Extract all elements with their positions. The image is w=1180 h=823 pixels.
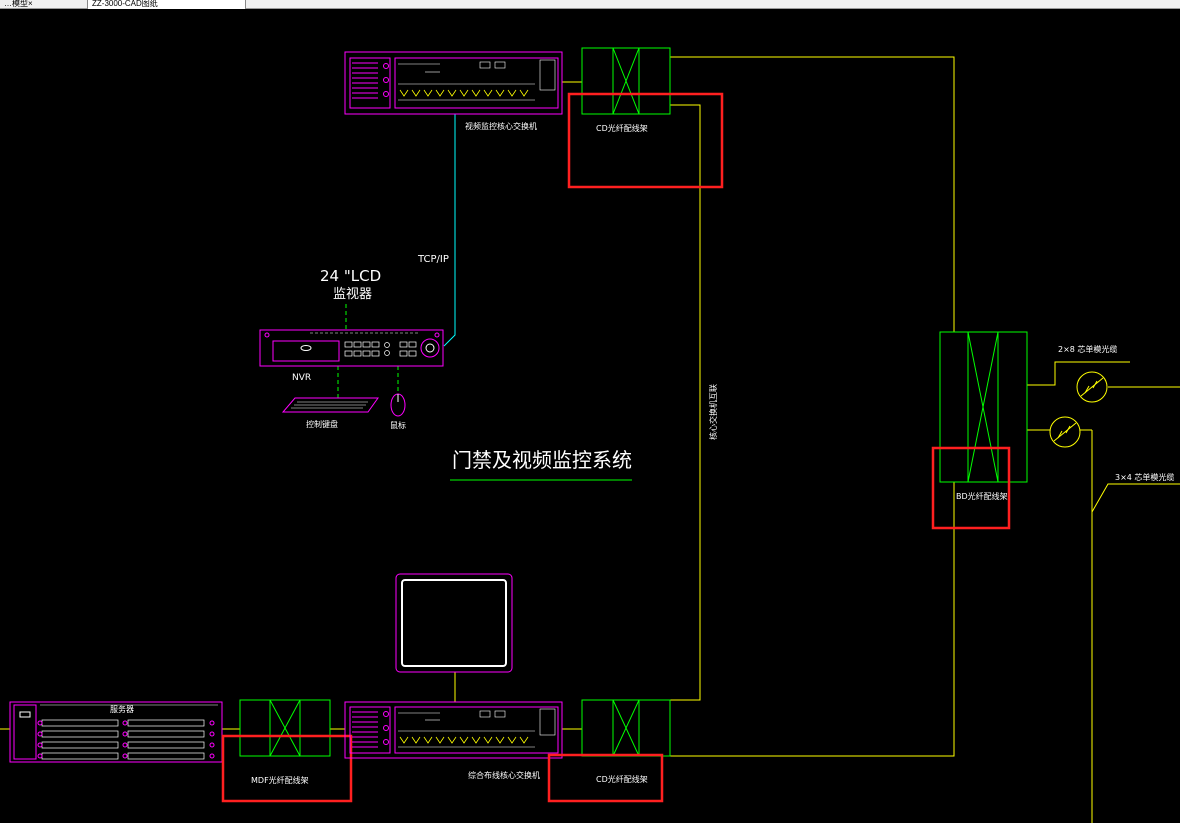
highlight-box-mdf [221,734,353,803]
fiber-cd-top-to-cd-bottom [670,104,701,701]
bd-odf-label: BD光纤配线架 [956,491,1008,501]
cable-3x4-label: 3×4 芯单模光缆 [1115,472,1174,482]
cable-2x8-label: 2×8 芯单模光缆 [1058,344,1117,354]
integrated-core-switch[interactable] [344,701,563,759]
integrated-switch-label: 综合布线核心交换机 [468,770,540,780]
cd-odf-top[interactable] [581,47,671,115]
switch-to-nvr-link [443,114,456,347]
cable-3x4-label-line [1091,483,1180,513]
cable-2x8-symbol [1076,371,1108,403]
lcd-size-label: 24 "LCD [320,267,381,285]
mouse-label: 鼠标 [390,420,406,430]
video-switch-label: 视频监控核心交换机 [465,121,537,131]
cable-3x4-symbol [1049,416,1081,448]
tcpip-label: TCP/IP [417,254,449,265]
cad-drawing-canvas[interactable]: 视频监控核心交换机 CD光纤配线架 TCP/IP 24 "LCD 监视器 NVR [0,10,1180,823]
bd-odf[interactable] [939,331,1028,483]
mdf-odf[interactable] [239,699,331,757]
fiber-top-cd-to-bd [670,56,955,332]
cd-odf-bottom-label: CD光纤配线架 [596,774,648,784]
network-links [443,114,456,702]
nvr-device[interactable] [259,329,444,367]
highlight-box-cd-top [567,92,724,189]
cd-odf-bottom[interactable] [581,699,671,757]
fiber-bd-to-cd-bottom [670,482,955,757]
mdf-odf-label: MDF光纤配线架 [251,775,309,785]
document-tab[interactable]: …模型× [0,0,88,9]
control-keyboard[interactable] [281,397,379,413]
core-link-label: 核心交换机互联 [708,384,718,440]
mouse-device[interactable] [390,393,406,417]
lcd-monitor[interactable] [395,573,513,673]
server-label: 服务器 [110,704,134,714]
cd-odf-top-label: CD光纤配线架 [596,123,648,133]
video-core-switch[interactable] [344,51,563,115]
document-tab-active[interactable]: ZZ-3000-CAD图纸 [88,0,246,9]
fiber-links [0,56,1180,823]
diagram-title: 门禁及视频监控系统 [452,448,632,472]
document-tab-bar: …模型× ZZ-3000-CAD图纸 [0,0,1180,9]
lcd-name-label: 监视器 [333,287,372,302]
keyboard-label: 控制键盘 [306,419,338,429]
nvr-label: NVR [292,373,311,383]
